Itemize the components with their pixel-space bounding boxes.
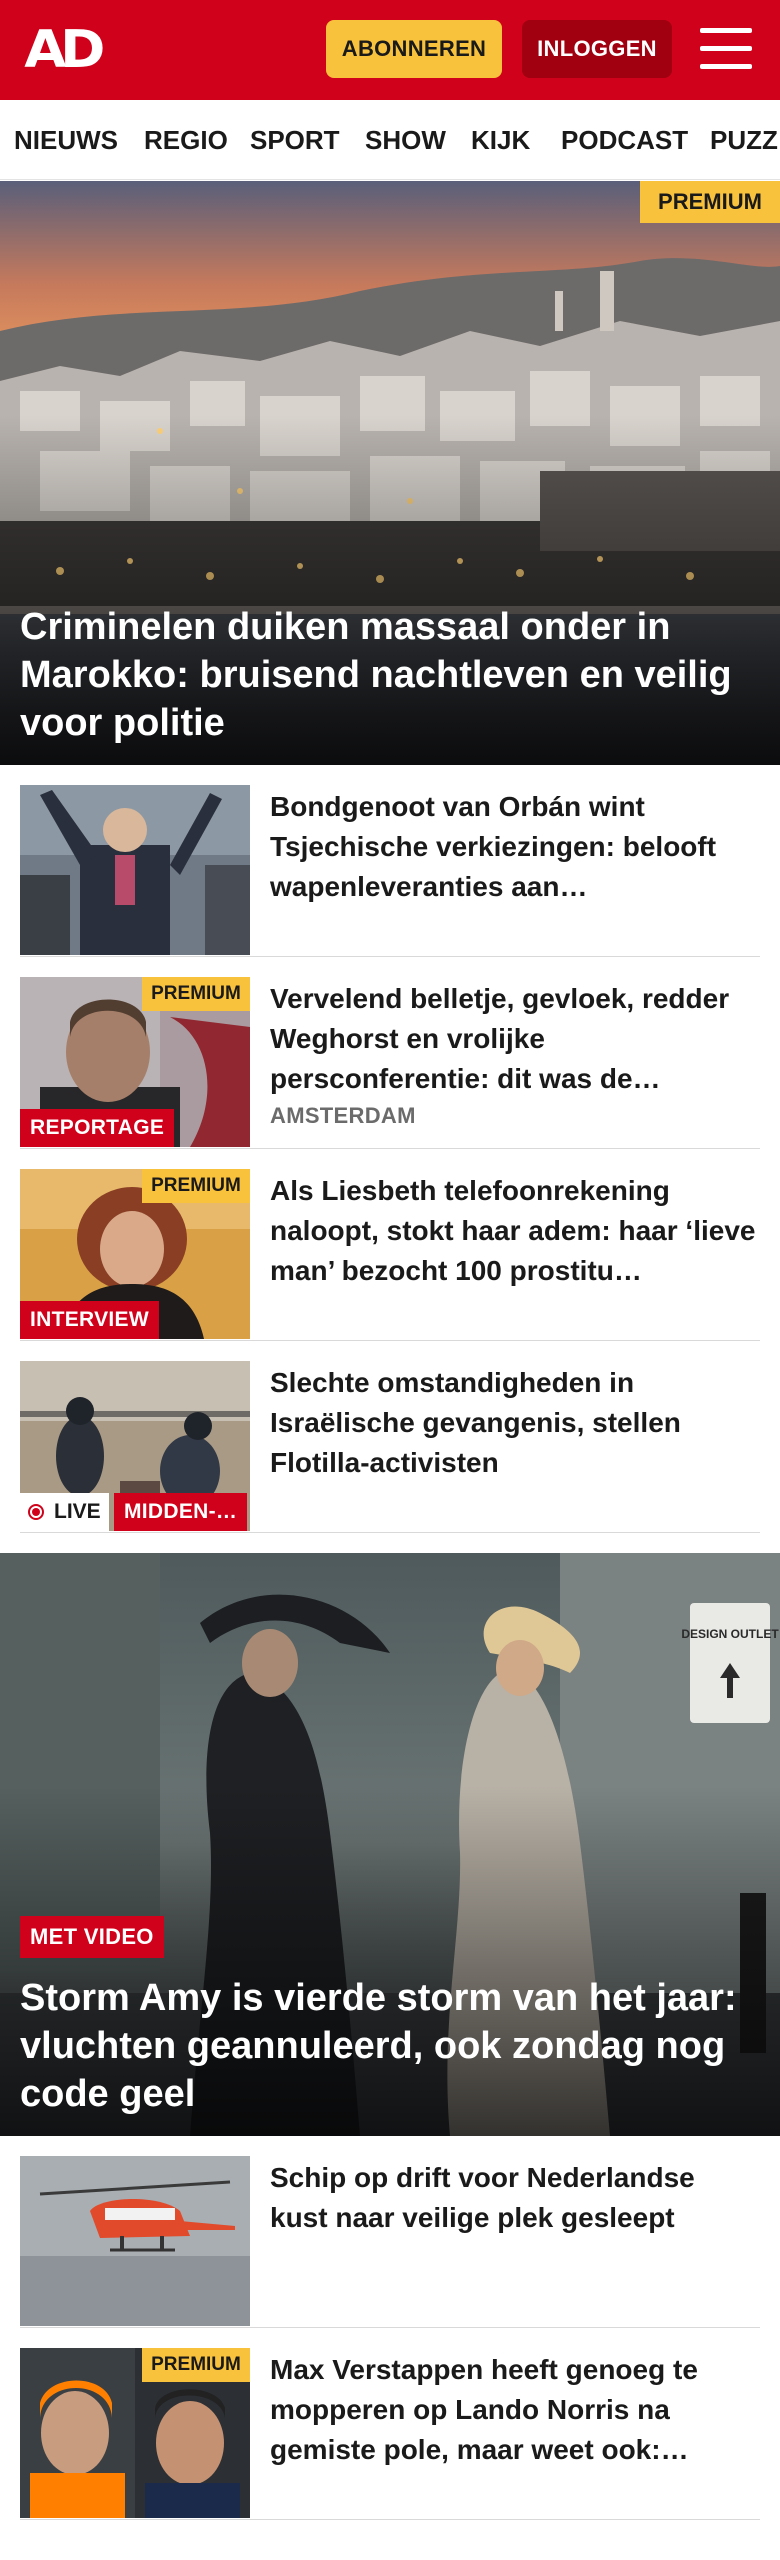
- article-row-verstappen[interactable]: PREMIUM Max Verstappen heeft genoeg te m…: [20, 2328, 760, 2520]
- article-headline[interactable]: Max Verstappen heeft genoeg te mopperen …: [270, 2350, 760, 2470]
- live-dot-icon: [28, 1504, 44, 1520]
- login-button[interactable]: INLOGGEN: [522, 20, 672, 78]
- article-headline[interactable]: Als Liesbeth telefoonrekening naloopt, s…: [270, 1171, 760, 1291]
- article-thumbnail: [20, 2156, 250, 2326]
- reportage-tag: REPORTAGE: [20, 1109, 175, 1147]
- premium-badge: PREMIUM: [142, 977, 250, 1011]
- article-headline[interactable]: Schip op drift voor Nederlandse kust naa…: [270, 2158, 760, 2238]
- article-location: AMSTERDAM: [270, 1103, 416, 1128]
- outlet-sign-text: DESIGN OUTLET: [681, 1627, 779, 1641]
- met-video-tag: MET VIDEO: [20, 1916, 164, 1958]
- article-row-tsjechie[interactable]: Bondgenoot van Orbán wint Tsjechische ve…: [20, 765, 760, 957]
- live-label: LIVE: [54, 1500, 101, 1523]
- ad-logo[interactable]: AD: [24, 20, 118, 80]
- premium-badge: PREMIUM: [142, 1169, 250, 1203]
- article-headline[interactable]: Bondgenoot van Orbán wint Tsjechische ve…: [270, 787, 760, 907]
- article-row-schip[interactable]: Schip op drift voor Nederlandse kust naa…: [20, 2136, 760, 2328]
- top-header-bar: AD ABONNEREN INLOGGEN: [0, 0, 780, 100]
- article-headline[interactable]: Slechte omstandigheden in Israëlische ge…: [270, 1363, 760, 1483]
- premium-badge: PREMIUM: [142, 2348, 250, 2382]
- midden-oosten-tag: MIDDEN-…: [114, 1493, 248, 1531]
- nav-item-kijk[interactable]: KIJK: [471, 100, 530, 179]
- hero-headline[interactable]: Criminelen duiken massaal onder in Marok…: [20, 603, 760, 747]
- article-row-weghorst[interactable]: PREMIUM REPORTAGE Vervelend belletje, ge…: [20, 957, 760, 1149]
- hero-article-marokko[interactable]: PREMIUM Criminelen duiken massaal onder …: [0, 181, 780, 765]
- premium-badge: PREMIUM: [640, 181, 780, 223]
- article-row-flotilla[interactable]: LIVE MIDDEN-… Slechte omstandigheden in …: [20, 1341, 760, 1533]
- live-badge: LIVE: [20, 1493, 109, 1531]
- interview-tag: INTERVIEW: [20, 1301, 159, 1339]
- article-thumbnail: PREMIUM: [20, 2348, 250, 2518]
- nav-item-podcast[interactable]: PODCAST: [561, 100, 688, 179]
- article-thumbnail: PREMIUM INTERVIEW: [20, 1169, 250, 1339]
- article-row-liesbeth[interactable]: PREMIUM INTERVIEW Als Liesbeth telefoonr…: [20, 1149, 760, 1341]
- subscribe-button[interactable]: ABONNEREN: [326, 20, 502, 78]
- hamburger-menu-icon[interactable]: [700, 26, 752, 72]
- nav-item-nieuws[interactable]: NIEUWS: [14, 100, 118, 179]
- hero-article-storm-amy[interactable]: DESIGN OUTLET MET VIDEO Storm Amy is vie…: [0, 1553, 780, 2136]
- section-nav: NIEUWS REGIO SPORT SHOW KIJK PODCAST PUZ…: [0, 100, 780, 180]
- article-thumbnail: LIVE MIDDEN-…: [20, 1361, 250, 1531]
- logo-text: AD: [24, 20, 105, 80]
- nav-item-puzzel[interactable]: PUZZ: [710, 100, 778, 179]
- nav-item-sport[interactable]: SPORT: [250, 100, 340, 179]
- nav-item-show[interactable]: SHOW: [365, 100, 446, 179]
- article-thumbnail: PREMIUM REPORTAGE: [20, 977, 250, 1147]
- hero-headline[interactable]: Storm Amy is vierde storm van het jaar: …: [20, 1974, 760, 2118]
- article-headline[interactable]: Vervelend belletje, gevloek, redder Wegh…: [270, 979, 760, 1099]
- nav-item-regio[interactable]: REGIO: [144, 100, 228, 179]
- article-thumbnail: [20, 785, 250, 955]
